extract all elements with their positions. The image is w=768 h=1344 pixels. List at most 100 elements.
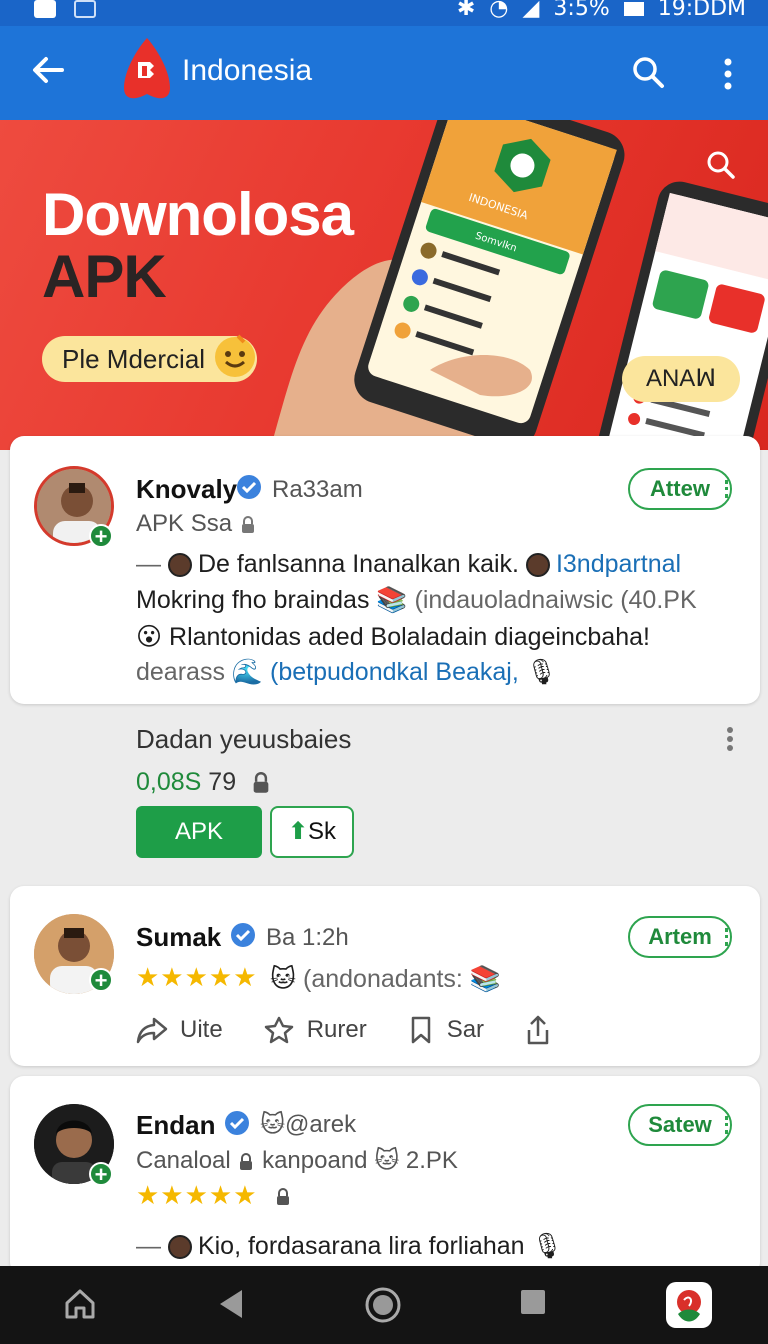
system-nav-bar bbox=[0, 1266, 768, 1344]
repost-action[interactable]: Rurer bbox=[263, 1015, 367, 1045]
follow-button[interactable]: Satew bbox=[628, 1104, 732, 1146]
post-link[interactable]: (betpudondkal Beakaj, bbox=[270, 658, 519, 686]
upload-icon[interactable] bbox=[524, 1014, 552, 1046]
wave-emoji-icon: 🌊 bbox=[231, 658, 264, 686]
status-bar: ✱ ◔ ◢ 3:5% 19:DDM bbox=[0, 0, 768, 26]
sim-icon bbox=[74, 0, 96, 18]
post-subtitle: APK Ssa bbox=[136, 510, 257, 538]
lock-icon bbox=[276, 1188, 289, 1206]
stat-value: 79 bbox=[208, 768, 237, 796]
save-action[interactable]: Sar bbox=[407, 1015, 484, 1045]
post-text-line-1: — Kio, fordasarana lira forliahan 🎙 bbox=[136, 1232, 564, 1260]
post-text-extra: (indauoladnaiwsic (40.PK bbox=[414, 586, 697, 614]
repost-label: Rurer bbox=[306, 1016, 367, 1043]
app-logo-icon bbox=[124, 38, 170, 99]
lock-icon bbox=[253, 772, 269, 794]
post-author-handle: Ba 1:2h bbox=[266, 924, 349, 951]
secondary-button-label: Sk bbox=[308, 818, 337, 845]
more-options-icon[interactable] bbox=[718, 54, 738, 94]
post-text: dearass bbox=[136, 658, 225, 686]
banner-badge[interactable]: ANAꟽ bbox=[622, 356, 740, 402]
post-card: + Endan 🐱@arek Canaloal kanpoand 🐱 2.PK … bbox=[10, 1076, 760, 1276]
rating-stars-value: ★★★★★ bbox=[136, 1180, 258, 1210]
back-arrow-icon[interactable] bbox=[26, 48, 70, 92]
home-icon[interactable] bbox=[62, 1286, 98, 1322]
apk-download-button[interactable]: APK bbox=[136, 806, 262, 858]
follow-plus-icon[interactable]: + bbox=[89, 524, 113, 548]
battery-percent: 3:5% bbox=[553, 0, 610, 21]
share-action[interactable]: Uite bbox=[136, 1015, 223, 1045]
post-subtitle: Canaloal kanpoand 🐱 2.PK bbox=[136, 1146, 458, 1175]
clock: 19:DDM bbox=[657, 0, 746, 21]
post-author-handle: Ra33am bbox=[272, 476, 363, 503]
bluetooth-icon: ✱ bbox=[456, 0, 476, 21]
cat-emoji-icon: 🐱 bbox=[374, 1147, 400, 1174]
post-author-handle: @arek bbox=[285, 1111, 357, 1138]
mention-avatar bbox=[525, 553, 550, 578]
secondary-button[interactable]: ⬆Sk bbox=[270, 806, 354, 858]
post-author-name[interactable]: Sumak bbox=[136, 922, 221, 953]
mention-avatar bbox=[167, 1235, 192, 1260]
post-author-name[interactable]: Knovaly bbox=[136, 474, 237, 505]
signal-icon: ◢ bbox=[522, 0, 540, 21]
cat-emoji-icon: 🐱 bbox=[260, 1111, 286, 1138]
mic-icon[interactable]: 🎙 bbox=[526, 658, 558, 686]
lock-icon bbox=[240, 1152, 253, 1170]
recent-apps-icon[interactable] bbox=[518, 1286, 548, 1318]
share-icon bbox=[136, 1017, 168, 1044]
save-label: Sar bbox=[446, 1016, 485, 1043]
up-arrow-icon: ⬆ bbox=[287, 818, 309, 845]
post-link[interactable]: I3ndpartnal bbox=[556, 550, 681, 578]
back-nav-icon[interactable] bbox=[214, 1286, 248, 1322]
post-text: De fanlsanna Inanalkan kaik. bbox=[197, 550, 519, 578]
battery-icon bbox=[623, 1, 644, 16]
lock-icon bbox=[241, 515, 254, 533]
verified-badge-icon bbox=[237, 475, 261, 499]
share-label: Uite bbox=[180, 1016, 223, 1043]
post-text-line-3: 😮 Rlantonidas aded Bolaladain diageincba… bbox=[136, 622, 650, 652]
post-subtitle-text-2: kanpoand bbox=[262, 1147, 368, 1174]
app-title: Indonesia bbox=[182, 54, 313, 87]
search-icon[interactable] bbox=[630, 54, 666, 90]
post-extra-line: 🐱 (andonadants: 📚 bbox=[270, 964, 501, 994]
post-count: 2.PK bbox=[405, 1147, 458, 1174]
follow-plus-icon[interactable]: + bbox=[89, 1162, 113, 1186]
rating-stars: ★★★★★ bbox=[136, 1180, 292, 1211]
promo-banner[interactable]: INDONESIA Somvlkn Downolosa APK Ple Mder… bbox=[0, 120, 768, 450]
verified-badge-icon bbox=[225, 1111, 249, 1135]
post-text-line-1: — De fanlsanna Inanalkan kaik. I3ndpartn… bbox=[136, 550, 682, 578]
rose-app-icon[interactable] bbox=[664, 1280, 714, 1330]
section-stats: 0,08S 79 bbox=[136, 768, 272, 797]
wifi-icon: ◔ bbox=[489, 0, 509, 21]
section-more-icon[interactable] bbox=[722, 726, 738, 752]
post-text: Kio, fordasarana lira forliahan bbox=[197, 1232, 525, 1260]
follow-button[interactable]: Attew bbox=[628, 468, 732, 510]
post-actions: Uite Rurer Sar bbox=[136, 1014, 552, 1046]
post-text: Rlantonidas aded Bolaladain diageincbaha… bbox=[169, 623, 650, 651]
mention-avatar bbox=[167, 553, 192, 578]
face-emoji-icon: 😮 bbox=[136, 623, 163, 651]
banner-search-icon[interactable] bbox=[706, 150, 736, 180]
stat-highlight: 0,08S bbox=[136, 768, 202, 796]
banner-headline: Downolosa bbox=[42, 181, 354, 248]
home-circle-icon[interactable] bbox=[364, 1286, 402, 1324]
follow-plus-icon[interactable]: + bbox=[89, 968, 113, 992]
section-title: Dadan yeuusbaies bbox=[136, 724, 352, 754]
post-text-line-2: Mokring fho braindas 📚 (indauoladnaiwsic… bbox=[136, 586, 697, 615]
follow-button[interactable]: Artem bbox=[628, 916, 732, 958]
smile-emoji-icon bbox=[215, 334, 255, 377]
cat-emoji-icon: 🐱 bbox=[270, 965, 297, 993]
post-author-name[interactable]: Endan bbox=[136, 1110, 215, 1141]
post-subtitle-text: Canaloal bbox=[136, 1147, 231, 1174]
verified-badge-icon bbox=[231, 923, 255, 947]
post-card: + Knovaly Ra33am APK Ssa Attew — De fanl… bbox=[10, 436, 760, 704]
post-extra-text: (andonadants: bbox=[303, 965, 463, 993]
banner-subheadline: APK bbox=[42, 243, 167, 310]
books-emoji-icon: 📚 bbox=[376, 586, 408, 614]
bookmark-icon bbox=[411, 1016, 430, 1044]
books-emoji-icon: 📚 bbox=[469, 965, 501, 993]
rating-stars: ★★★★★ bbox=[136, 962, 258, 992]
star-outline-icon bbox=[264, 1016, 293, 1044]
post-subtitle-text: APK Ssa bbox=[136, 510, 233, 537]
mic-icon[interactable]: 🎙 bbox=[531, 1232, 563, 1260]
